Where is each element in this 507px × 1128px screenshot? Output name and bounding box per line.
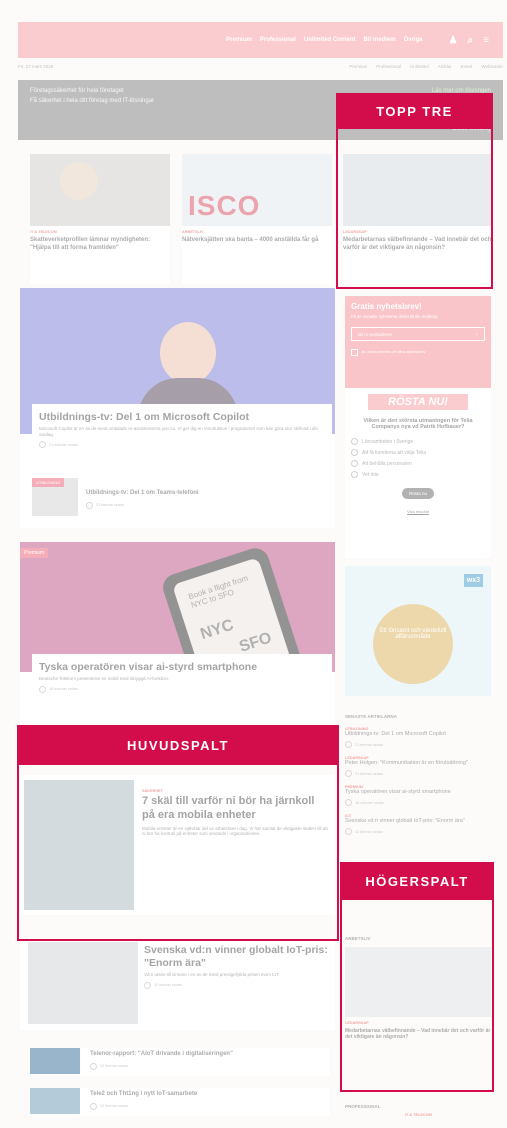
- related-thumbnail: UTBILDNING: [32, 478, 78, 516]
- user-icon[interactable]: ♟: [449, 35, 458, 46]
- sidebar-item[interactable]: Utbildning Utbildnings-tv: Del 1 om Micro…: [345, 727, 491, 748]
- portrait-image: [28, 942, 138, 1024]
- feature-description: Deutsche Telekom presenterar en mobil me…: [39, 676, 170, 681]
- nav-item[interactable]: Premium: [226, 37, 252, 43]
- poll-widget: RÖSTA NU! Vilken är den största utmaning…: [345, 388, 491, 558]
- page: Premium Professional Unlimited Content B…: [0, 0, 507, 1128]
- poll-option[interactable]: Vet inte: [351, 471, 485, 478]
- timestamp: 18 minuter sedan: [39, 686, 325, 693]
- article-title[interactable]: Nätverksjätten ska banta – 4000 anställd…: [182, 237, 332, 245]
- ad-text: Ett lönsamt och värdefullt affärsområde: [373, 604, 453, 684]
- newsletter-checkbox[interactable]: Ja, prenumerera på våra nyhetsbrev: [351, 349, 485, 356]
- category-tag: UTBILDNING: [32, 478, 65, 487]
- timestamp: 22 timmar sedan: [90, 1103, 197, 1110]
- list-title[interactable]: Telenor-rapport: "AIoT drivande i digita…: [90, 1051, 233, 1059]
- related-title[interactable]: Utbildnings-tv: Del 1 om Teams-telefoni: [86, 490, 199, 498]
- nav-item[interactable]: Övriga: [404, 37, 423, 43]
- sidebar-item[interactable]: IoT Svenska vd:n vinner globalt IoT-pris:…: [345, 814, 491, 835]
- feature-description: Microsoft Copilot är en av de mest omtal…: [39, 426, 319, 437]
- right-column-callout: HÖGERSPALT: [340, 862, 494, 900]
- feature-title[interactable]: Tyska operatören visar ai-styrd smartpho…: [39, 661, 325, 673]
- list-title[interactable]: Tele2 och Tht1ng i nytt IoT-samarbete: [90, 1091, 197, 1099]
- top-article-2[interactable]: ISCO Arbetsliv Nätverksjätten ska banta …: [182, 154, 332, 284]
- sub-link[interactable]: Professional: [376, 64, 401, 74]
- smartphone-image: Premium Book a flight from NYC to SFO NY…: [20, 542, 335, 672]
- article-category: Arbetsliv: [182, 230, 204, 234]
- timestamp: 12 timmar sedan: [144, 982, 332, 989]
- newsletter-title: Gratis nyhetsbrev!: [351, 302, 422, 311]
- banner-line-1: Företagssäkerhet för hela företaget: [30, 88, 124, 94]
- plus-icon[interactable]: +: [475, 332, 478, 337]
- feature-title-box: Utbildnings-tv: Del 1 om Microsoft Copil…: [32, 404, 332, 456]
- ad-badge: wx3: [463, 574, 483, 587]
- results-link[interactable]: Visa resultat: [351, 509, 485, 514]
- premium-tag: Premium: [20, 548, 49, 558]
- list-item[interactable]: Tele2 och Tht1ng i nytt IoT-samarbete 22 …: [30, 1088, 330, 1116]
- sidebar-item[interactable]: Premium Tyska operatören visar ai-styrd s…: [345, 785, 491, 806]
- nav-item[interactable]: Professional: [260, 37, 296, 43]
- sub-link[interactable]: Unlimited: [410, 64, 429, 74]
- menu-icon[interactable]: ≡: [483, 35, 489, 46]
- nav-icons: ♟ ⌕ ≡: [449, 35, 489, 46]
- newsletter-description: Få de senaste nyheterna direkt till din …: [351, 314, 438, 319]
- list-thumbnail: [30, 1088, 80, 1114]
- feature-article-smartphone[interactable]: Premium Book a flight from NYC to SFO NY…: [20, 542, 335, 732]
- poll-badge: RÖSTA NU!: [368, 394, 468, 410]
- list-thumbnail: [30, 1048, 80, 1074]
- poll-option[interactable]: Att få kunderna att välja Telia: [351, 449, 485, 456]
- sub-link[interactable]: Webinarier: [481, 64, 503, 74]
- nav-item[interactable]: Unlimited Content: [304, 37, 356, 43]
- newsletter-box: Gratis nyhetsbrev! Få de senaste nyheter…: [345, 296, 491, 388]
- main-column-callout: HUVUDSPALT: [17, 725, 339, 765]
- poll-option[interactable]: Att behålla personalen: [351, 460, 485, 467]
- search-icon[interactable]: ⌕: [468, 35, 474, 46]
- section-heading: Professional: [345, 1104, 381, 1109]
- related-article[interactable]: UTBILDNING Utbildnings-tv: Del 1 om Team…: [32, 478, 322, 516]
- right-column-outline: [340, 889, 494, 1092]
- top-three-callout: TOPP TRE: [336, 93, 493, 129]
- date-label: Fri, 27 mars 2026: [18, 64, 54, 69]
- timestamp: 21 minuter sedan: [39, 441, 325, 448]
- article-category: IT & Telecom: [405, 1113, 432, 1117]
- portrait-image: [60, 162, 98, 200]
- poll-question: Vilken är den största utmaningen för Tel…: [363, 418, 473, 430]
- sidebar-ad[interactable]: wx3 Ett lönsamt och värdefullt affärsomr…: [345, 566, 491, 696]
- top-navigation: Premium Professional Unlimited Content B…: [18, 22, 503, 58]
- banner-line-2: Få säkerhet i hela ditt företag med IT-l…: [30, 98, 155, 104]
- feature-title[interactable]: Utbildnings-tv: Del 1 om Microsoft Copil…: [39, 411, 325, 423]
- poll-option[interactable]: Lönsamheten i Sverige: [351, 438, 485, 445]
- sub-link[interactable]: Artiklar: [438, 64, 452, 74]
- list-item[interactable]: Telenor-rapport: "AIoT drivande i digita…: [30, 1048, 330, 1076]
- nav-item[interactable]: Bli medlem: [364, 37, 396, 43]
- feature-title-box: Tyska operatören visar ai-styrd smartpho…: [32, 654, 332, 700]
- timestamp: 21 timmar sedan: [86, 502, 199, 509]
- sub-link[interactable]: Event: [461, 64, 473, 74]
- article-category: IT & Telecom: [30, 230, 57, 234]
- sub-link[interactable]: Premium: [349, 64, 367, 74]
- phone-screen-text: Book a flight from NYC to SFO: [187, 573, 250, 610]
- sidebar: Gratis nyhetsbrev! Få de senaste nyheter…: [345, 296, 491, 835]
- sidebar-professional: Professional IT & Telecom: [345, 1100, 491, 1117]
- email-field[interactable]: Din e-postadress +: [351, 327, 485, 341]
- feature-article-copilot[interactable]: Utbildnings-tv: Del 1 om Microsoft Copil…: [20, 288, 335, 528]
- feature-description: Vd:n utses till vinnare i en av de mest …: [144, 972, 280, 978]
- cisco-image: ISCO: [182, 154, 332, 226]
- feature-article-iot[interactable]: Svenska vd:n vinner globalt IoT-pris: "E…: [20, 940, 335, 1030]
- article-title[interactable]: Skatteverketprofilen lämnar myndigheten:…: [30, 237, 170, 252]
- main-column-outline: [17, 760, 339, 941]
- timestamp: 22 timmar sedan: [90, 1063, 233, 1070]
- feature-title[interactable]: Svenska vd:n vinner globalt IoT-pris: "E…: [144, 944, 332, 969]
- top-article-1[interactable]: IT & Telecom Skatteverketprofilen lämnar…: [30, 154, 170, 284]
- sub-navigation: Fri, 27 mars 2026 Premium Professional U…: [18, 64, 503, 74]
- vote-button[interactable]: Rösta nu: [402, 488, 434, 499]
- sidebar-item[interactable]: Ledarskap Peter Holgen: "Kommunikation är…: [345, 756, 491, 777]
- section-heading: Senaste artiklarna: [345, 714, 397, 719]
